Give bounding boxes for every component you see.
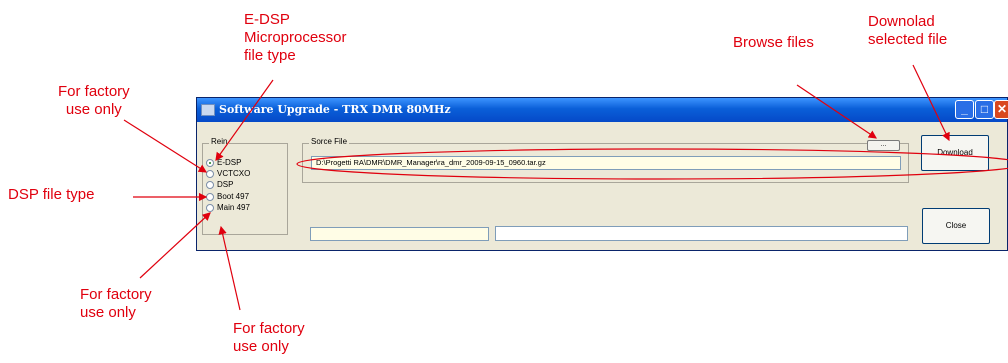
path-highlight-ellipse [296, 148, 1008, 180]
arrow-edsp [215, 79, 274, 161]
note-dsp-file-type: DSP file type [8, 186, 95, 203]
arrow-browse [796, 84, 877, 139]
note-browse-files: Browse files [733, 34, 814, 51]
arrow-boot-497 [139, 212, 211, 279]
note-download-selected-file: Downolad selected file [868, 13, 948, 48]
arrow-download [912, 64, 950, 142]
arrow-main-497 [218, 225, 241, 311]
arrow-vctcxo [123, 119, 208, 173]
note-factory-bottom-left: For factory use only [80, 286, 152, 321]
note-factory-top: For factory use only [58, 83, 130, 118]
note-factory-bottom-right: For factory use only [233, 320, 305, 355]
note-edsp-file-type: E-DSP Microprocessor file type [244, 11, 347, 64]
